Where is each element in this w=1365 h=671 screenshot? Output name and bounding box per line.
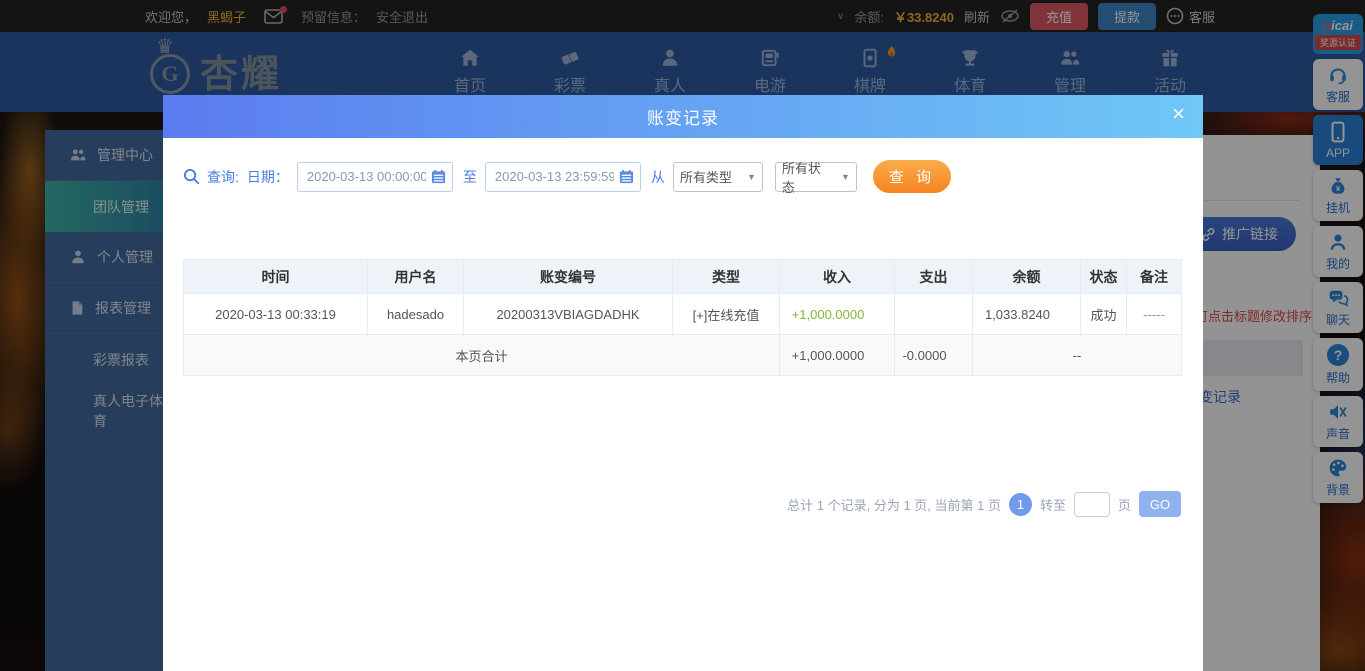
summary-expense: -0.0000 [895,335,973,376]
col-time[interactable]: 时间 [184,260,368,294]
cell-time: 2020-03-13 00:33:19 [184,294,368,335]
to-label: 至 [463,167,477,187]
date-to-input[interactable] [485,162,641,192]
summary-row: 本页合计 +1,000.0000 -0.0000 -- [184,335,1182,376]
type-select[interactable]: 所有类型 ▼ [673,162,763,192]
table-row: 2020-03-13 00:33:19 hadesado 20200313VBI… [184,294,1182,335]
calendar-icon[interactable] [619,169,634,184]
cell-income: +1,000.0000 [780,294,895,335]
calendar-icon[interactable] [431,169,446,184]
cell-expense [895,294,973,335]
query-button[interactable]: 查 询 [873,160,951,193]
summary-balance: -- [973,335,1182,376]
page-unit-label: 页 [1118,495,1131,514]
modal-body: 查询: 日期： 至 [163,138,1203,671]
cell-change-no: 20200313VBIAGDADHK [464,294,673,335]
modal-title: 账变记录 [647,104,719,129]
goto-page-input[interactable] [1074,492,1110,517]
account-change-modal: 账变记录 × 查询: 日期： 至 [163,95,1203,671]
status-select-value: 所有状态 [782,158,831,196]
col-income[interactable]: 收入 [780,260,895,294]
col-status[interactable]: 状态 [1081,260,1127,294]
col-balance[interactable]: 余额 [973,260,1081,294]
pagination-summary: 总计 1 个记录, 分为 1 页, 当前第 1 页 [787,495,1001,514]
modal-header: 账变记录 × [163,95,1203,138]
table-header-row: 时间 用户名 账变编号 类型 收入 支出 余额 状态 备注 [184,260,1182,294]
date-from-input[interactable] [297,162,453,192]
from-label: 从 [651,167,665,187]
page-1-button[interactable]: 1 [1009,493,1032,516]
pagination: 总计 1 个记录, 分为 1 页, 当前第 1 页 1 转至 页 GO [787,491,1181,517]
summary-income: +1,000.0000 [780,335,895,376]
date-label: 日期： [247,167,289,187]
cell-remark: ----- [1127,294,1182,335]
type-select-value: 所有类型 [680,167,732,186]
close-icon[interactable]: × [1172,103,1185,125]
cell-username: hadesado [368,294,464,335]
goto-label: 转至 [1040,495,1066,514]
col-remark[interactable]: 备注 [1127,260,1182,294]
col-expense[interactable]: 支出 [895,260,973,294]
go-button[interactable]: GO [1139,491,1181,517]
page: 欢迎您， 黑蝎子 预留信息： 安全退出 ∨ 余额: ￥33.8240 刷新 [0,0,1365,671]
account-change-table: 时间 用户名 账变编号 类型 收入 支出 余额 状态 备注 2020-03-13… [183,259,1182,376]
col-type[interactable]: 类型 [673,260,780,294]
col-change-no[interactable]: 账变编号 [464,260,673,294]
search-icon [183,168,200,185]
query-label: 查询: [207,167,239,187]
date-to-wrap [485,162,641,192]
status-select[interactable]: 所有状态 ▼ [775,162,857,192]
filter-row: 查询: 日期： 至 [183,160,951,193]
summary-label: 本页合计 [184,335,780,376]
cell-balance: 1,033.8240 [973,294,1081,335]
chevron-down-icon: ▼ [841,172,850,182]
cell-type: [+]在线充值 [673,294,780,335]
chevron-down-icon: ▼ [747,172,756,182]
col-username[interactable]: 用户名 [368,260,464,294]
cell-status: 成功 [1081,294,1127,335]
date-from-wrap [297,162,453,192]
